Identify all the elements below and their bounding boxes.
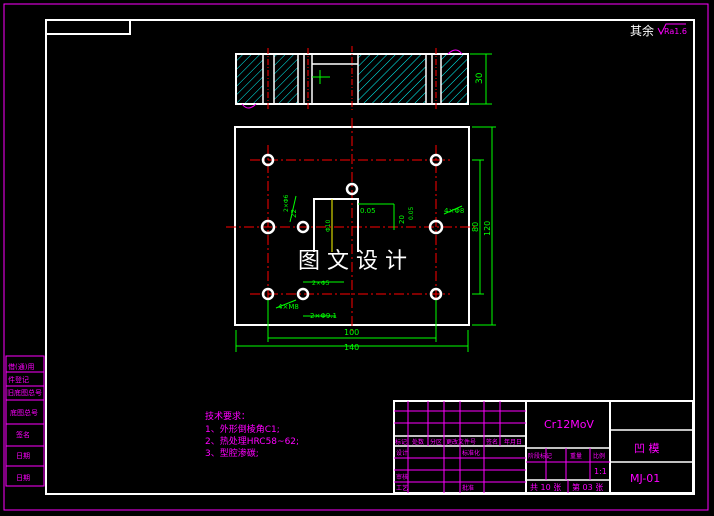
- rev-header-4: 更改文件号: [446, 438, 476, 446]
- strip-label-5: 签名: [16, 430, 30, 439]
- role-std: 标准化: [462, 449, 480, 457]
- sheet-total: 共 10 张: [530, 483, 561, 492]
- drawing-number: MJ-01: [630, 472, 660, 485]
- scale: 1:1: [594, 467, 607, 476]
- strip-label-7: 日期: [16, 474, 30, 482]
- dim-hole-bottom: 2×Φ9.1: [310, 312, 337, 320]
- dim-bottom-outer: 140: [344, 343, 359, 352]
- tech-requirements: 技术要求： 1、外形倒棱角C1; 2、热处理HRC58~62; 3、型腔渗碳;: [205, 410, 299, 459]
- sheet-number: 第 03 张: [572, 482, 603, 492]
- dim-slot-tol-a: 0.05: [360, 207, 376, 215]
- dim-slot-width: 20: [398, 215, 406, 224]
- dim-pin: Φ10: [325, 219, 332, 232]
- dim-hole-mid: 2×Φ5: [312, 280, 330, 287]
- dim-side-inner: 80: [471, 222, 480, 232]
- rev-header-2: 处数: [412, 438, 424, 446]
- tech-req-item-3: 3、型腔渗碳;: [205, 447, 259, 459]
- rev-header-6: 年月日: [504, 438, 522, 446]
- strip-label-1: 借(通)用: [8, 362, 34, 371]
- strip-label-6: 日期: [16, 452, 30, 460]
- rev-header-5: 签名: [486, 438, 498, 446]
- section-view: 30: [235, 46, 492, 110]
- dim-slot-tol-b: 0.05: [408, 206, 415, 220]
- cad-drawing-canvas: 其余 Ra1.6 30 100 140 80 120 0.05 20 0.05 …: [0, 0, 714, 516]
- dim-hole-left: 2×Φ6: [283, 194, 290, 212]
- role-approve: 批准: [462, 484, 474, 492]
- stage-header-3: 比例: [593, 452, 605, 460]
- hatch-region-1: [237, 55, 263, 103]
- role-craft: 工艺: [396, 484, 408, 492]
- stage-header-1: 阶段标记: [528, 452, 552, 460]
- hatch-region-4: [441, 55, 467, 103]
- tech-req-item-1: 1、外形倒棱角C1;: [205, 423, 280, 435]
- part-name: 凹 模: [634, 442, 660, 455]
- plan-view: 100 140 80 120 0.05 20 0.05 22 Φ10 4×Φ8 …: [226, 118, 496, 352]
- tech-req-title: 技术要求：: [205, 410, 250, 422]
- material: Cr12MoV: [544, 418, 594, 431]
- drawing-svg: 其余 Ra1.6 30 100 140 80 120 0.05 20 0.05 …: [3, 3, 709, 511]
- dim-hole-right: 4×Φ8: [444, 207, 464, 215]
- rev-header-1: 标记: [395, 438, 407, 446]
- hatch-region-3: [358, 55, 426, 103]
- dim-bottom-inner: 100: [344, 328, 359, 337]
- tech-req-item-2: 2、热处理HRC58~62;: [205, 435, 299, 447]
- dim-top-height: 30: [475, 72, 485, 84]
- dim-hole-bl: 4×M8: [278, 303, 299, 311]
- strip-label-3: 旧底图总号: [7, 388, 42, 397]
- stage-header-2: 重量: [570, 452, 582, 460]
- corner-note-prefix: 其余: [630, 23, 654, 38]
- watermark-text: 图 文 设 计: [298, 249, 407, 274]
- dim-slot-depth: 22: [290, 209, 298, 218]
- strip-label-2: 件登记: [8, 375, 29, 384]
- role-review: 审核: [396, 473, 408, 481]
- left-strip: 借(通)用 件登记 旧底图总号 底图总号 签名 日期 日期: [5, 355, 45, 487]
- corner-note-roughness: Ra1.6: [664, 27, 687, 36]
- role-design: 设计: [396, 449, 408, 457]
- rev-header-3: 分区: [430, 438, 442, 446]
- title-block: 标记 处数 分区 更改文件号 签名 年月日 设计 标准化 审核 工艺 批准 阶段…: [393, 400, 694, 494]
- dim-side-outer: 120: [483, 221, 492, 236]
- top-left-tab: [46, 20, 131, 35]
- strip-label-4: 底图总号: [10, 408, 38, 417]
- hatch-region-2: [274, 55, 298, 103]
- cavity-slot: [313, 198, 359, 252]
